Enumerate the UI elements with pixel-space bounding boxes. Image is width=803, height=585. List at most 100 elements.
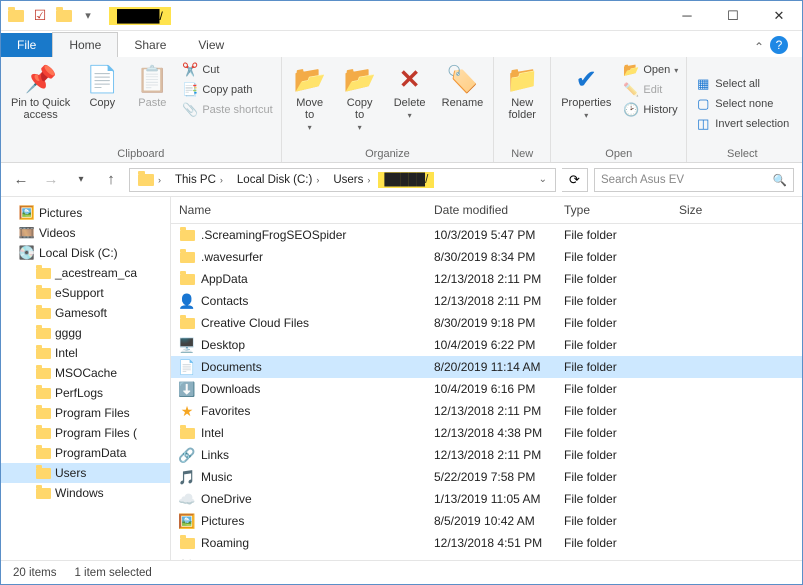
tree-node[interactable]: ProgramData <box>1 443 170 463</box>
copy-button[interactable]: 📄 Copy <box>80 61 124 111</box>
file-size <box>671 474 741 480</box>
tree-node[interactable]: PerfLogs <box>1 383 170 403</box>
file-row[interactable]: .wavesurfer8/30/2019 8:34 PMFile folder <box>171 246 802 268</box>
file-list[interactable]: Name Date modified Type Size .ScreamingF… <box>171 197 802 562</box>
pin-icon: 📌 <box>25 63 57 95</box>
tree-node-label: eSupport <box>55 286 104 300</box>
properties-icon: ✔ <box>570 63 602 95</box>
select-all-button[interactable]: ▦Select all <box>693 75 791 93</box>
breadcrumb-current[interactable]: █████/ <box>378 172 434 188</box>
new-folder-button[interactable]: 📁 New folder <box>500 61 544 123</box>
file-row[interactable]: 🎵Music5/22/2019 7:58 PMFile folder <box>171 466 802 488</box>
tree-node[interactable]: _acestream_ca <box>1 263 170 283</box>
forward-button[interactable]: → <box>39 168 63 192</box>
search-placeholder: Search Asus EV <box>601 174 684 186</box>
move-to-button[interactable]: 📂 Move to▾ <box>288 61 332 134</box>
close-button[interactable]: ✕ <box>756 1 802 31</box>
back-button[interactable]: ← <box>9 168 33 192</box>
address-dropdown-icon[interactable]: ⌄ <box>533 174 553 185</box>
paste-shortcut-button[interactable]: 📎Paste shortcut <box>180 101 274 119</box>
tree-node-label: Local Disk (C:) <box>39 246 118 260</box>
pin-to-quick-access-button[interactable]: 📌 Pin to Quick access <box>7 61 74 123</box>
tree-node[interactable]: eSupport <box>1 283 170 303</box>
documents-icon: 📄 <box>179 359 195 375</box>
tab-view[interactable]: View <box>182 33 240 57</box>
qat-dropdown-icon[interactable]: ▾ <box>77 5 99 27</box>
breadcrumb-users[interactable]: Users› <box>327 172 376 188</box>
file-row[interactable]: Intel12/13/2018 4:38 PMFile folder <box>171 422 802 444</box>
rename-button[interactable]: 🏷️ Rename <box>438 61 488 111</box>
file-date: 12/13/2018 2:11 PM <box>426 269 556 289</box>
column-size[interactable]: Size <box>671 197 741 223</box>
up-button[interactable]: ↑ <box>99 168 123 192</box>
copy-to-button[interactable]: 📂 Copy to▾ <box>338 61 382 134</box>
tree-node[interactable]: Program Files ( <box>1 423 170 443</box>
column-type[interactable]: Type <box>556 197 671 223</box>
folder-icon <box>179 249 195 265</box>
file-row[interactable]: AppData12/13/2018 2:11 PMFile folder <box>171 268 802 290</box>
file-row[interactable]: ⬇️Downloads10/4/2019 6:16 PMFile folder <box>171 378 802 400</box>
edit-button[interactable]: ✏️Edit <box>621 81 680 99</box>
ribbon-collapse-icon[interactable]: ⌃ <box>754 40 764 54</box>
help-button[interactable]: ? <box>770 36 788 54</box>
delete-button[interactable]: ✕ Delete▾ <box>388 61 432 122</box>
file-size <box>671 540 741 546</box>
tab-share[interactable]: Share <box>118 33 182 57</box>
qat-folder-icon[interactable] <box>5 5 27 27</box>
address-bar[interactable]: › This PC› Local Disk (C:)› Users› █████… <box>129 168 556 192</box>
tree-node[interactable]: 💽Local Disk (C:) <box>1 243 170 263</box>
file-row[interactable]: Creative Cloud Files8/30/2019 9:18 PMFil… <box>171 312 802 334</box>
refresh-button[interactable]: ⟳ <box>562 168 588 192</box>
file-row[interactable]: 🖥️Desktop10/4/2019 6:22 PMFile folder <box>171 334 802 356</box>
breadcrumb-local-disk[interactable]: Local Disk (C:)› <box>231 172 325 188</box>
file-row[interactable]: .ScreamingFrogSEOSpider10/3/2019 5:47 PM… <box>171 224 802 246</box>
maximize-button[interactable]: ☐ <box>710 1 756 31</box>
qat-newfolder-icon[interactable] <box>53 5 75 27</box>
file-type: File folder <box>556 489 671 509</box>
navigation-bar: ← → ▾ ↑ › This PC› Local Disk (C:)› User… <box>1 163 802 197</box>
file-row[interactable]: 📄Documents8/20/2019 11:14 AMFile folder <box>171 356 802 378</box>
file-row[interactable]: ★Favorites12/13/2018 2:11 PMFile folder <box>171 400 802 422</box>
recent-locations-button[interactable]: ▾ <box>69 168 93 192</box>
file-row[interactable]: 🔗Links12/13/2018 2:11 PMFile folder <box>171 444 802 466</box>
select-none-button[interactable]: ▢Select none <box>693 95 791 113</box>
tree-node-label: Pictures <box>39 206 82 220</box>
navigation-tree[interactable]: 🖼️ Pictures 🎞️Videos💽Local Disk (C:)_acest… <box>1 197 171 562</box>
copy-path-button[interactable]: 📑Copy path <box>180 81 274 99</box>
tree-node[interactable]: MSOCache <box>1 363 170 383</box>
column-headers: Name Date modified Type Size <box>171 197 802 224</box>
invert-selection-button[interactable]: ◫Invert selection <box>693 115 791 133</box>
file-date: 12/13/2018 4:38 PM <box>426 423 556 443</box>
file-row[interactable]: 👤Contacts12/13/2018 2:11 PMFile folder <box>171 290 802 312</box>
column-name[interactable]: Name <box>171 197 426 223</box>
file-row[interactable]: ☁️OneDrive1/13/2019 11:05 AMFile folder <box>171 488 802 510</box>
file-date: 8/30/2019 9:18 PM <box>426 313 556 333</box>
paste-button[interactable]: 📋 Paste <box>130 61 174 111</box>
file-row[interactable]: Roaming12/13/2018 4:51 PMFile folder <box>171 532 802 554</box>
tree-node[interactable]: Windows <box>1 483 170 503</box>
breadcrumb-this-pc[interactable]: This PC› <box>169 172 229 188</box>
tree-node[interactable]: 🎞️Videos <box>1 223 170 243</box>
cut-button[interactable]: ✂️Cut <box>180 61 274 79</box>
tree-node[interactable]: 🖼️ Pictures <box>1 203 170 223</box>
tree-node[interactable]: Users <box>1 463 170 483</box>
folder-icon <box>35 465 51 481</box>
properties-button[interactable]: ✔ Properties▾ <box>557 61 615 122</box>
tree-node[interactable]: gggg <box>1 323 170 343</box>
qat-properties-icon[interactable]: ☑ <box>29 5 51 27</box>
column-date[interactable]: Date modified <box>426 197 556 223</box>
folder-icon <box>35 285 51 301</box>
tab-home[interactable]: Home <box>52 32 118 57</box>
tree-node[interactable]: Program Files <box>1 403 170 423</box>
file-row[interactable]: 🖼️Pictures8/5/2019 10:42 AMFile folder <box>171 510 802 532</box>
tab-file[interactable]: File <box>1 33 52 57</box>
tree-node[interactable]: Intel <box>1 343 170 363</box>
pictures-icon: 🖼️ <box>19 205 35 221</box>
search-icon: 🔍 <box>773 173 787 187</box>
minimize-button[interactable]: ─ <box>664 1 710 31</box>
file-name: Documents <box>201 360 262 374</box>
search-input[interactable]: Search Asus EV 🔍 <box>594 168 794 192</box>
history-button[interactable]: 🕑History <box>621 101 680 119</box>
open-button[interactable]: 📂Open▾ <box>621 61 680 79</box>
tree-node[interactable]: Gamesoft <box>1 303 170 323</box>
